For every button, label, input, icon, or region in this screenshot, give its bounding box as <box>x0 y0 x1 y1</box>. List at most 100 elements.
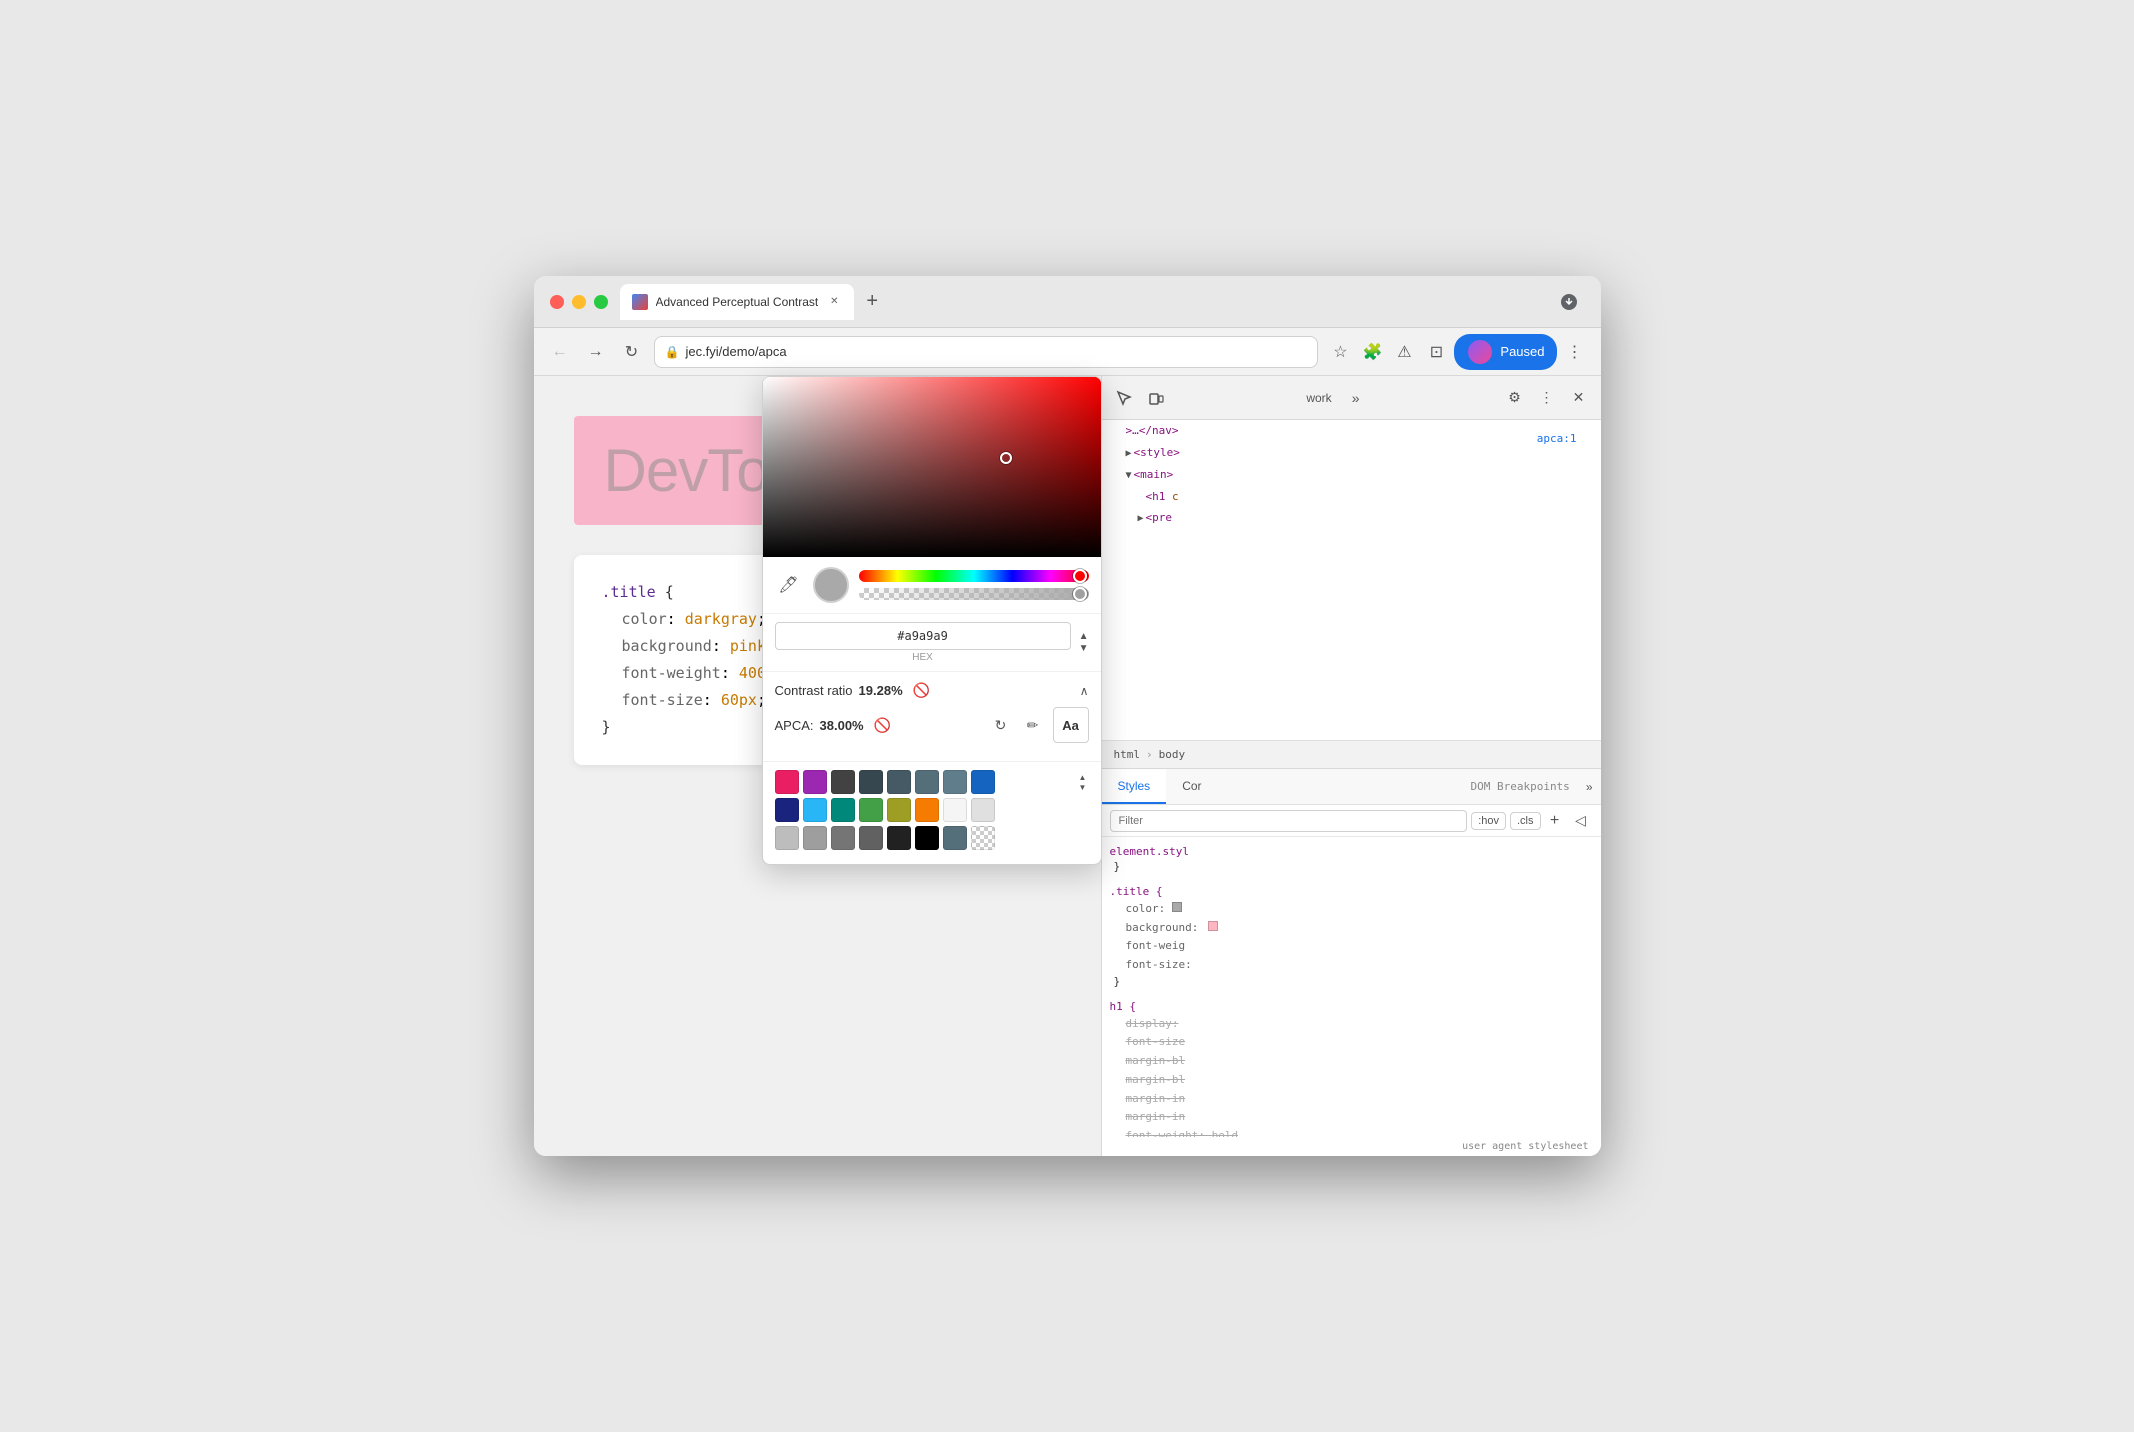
browser-window: Advanced Perceptual Contrast ✕ + ← → ↻ 🔒… <box>534 276 1601 1156</box>
more-panels-icon[interactable]: » <box>1342 384 1370 412</box>
swatch-black[interactable] <box>915 826 939 850</box>
tab-styles[interactable]: Styles <box>1102 769 1167 804</box>
back-button[interactable]: ← <box>546 338 574 366</box>
breadcrumb-bar: html › body <box>1102 740 1601 768</box>
address-text: jec.fyi/demo/apca <box>685 344 786 359</box>
styles-panel: Styles Cor DOM Breakpoints » :hov .cls +… <box>1102 768 1601 1156</box>
extensions-icon[interactable]: 🧩 <box>1358 338 1386 366</box>
title-color-prop: color: <box>1110 900 1593 919</box>
tab-close-button[interactable]: ✕ <box>826 294 842 310</box>
color-gradient[interactable] <box>763 377 1101 557</box>
refresh-icon-button[interactable]: ↻ <box>989 713 1013 737</box>
hex-label: HEX <box>912 652 933 663</box>
warning-icon[interactable]: ⚠ <box>1390 338 1418 366</box>
devtools-panel: 🖊 HEX <box>1101 376 1601 1156</box>
swatch-grey-4[interactable] <box>859 826 883 850</box>
swatch-light-grey[interactable] <box>971 798 995 822</box>
swatch-blue-grey-light[interactable] <box>943 770 967 794</box>
swatch-indigo-dark[interactable] <box>775 798 799 822</box>
swatch-teal[interactable] <box>831 798 855 822</box>
expand-icon[interactable]: ∧ <box>1080 684 1089 698</box>
hex-arrows: ▲ ▼ <box>1079 632 1089 654</box>
title-rule-selector: .title { <box>1110 885 1593 898</box>
minimize-button[interactable] <box>572 295 586 309</box>
menu-icon[interactable]: ⋮ <box>1561 338 1589 366</box>
close-button[interactable] <box>550 295 564 309</box>
apca-left: APCA: 38.00% 🚫 <box>775 717 892 734</box>
swatch-orange[interactable] <box>915 798 939 822</box>
profile-avatar <box>1466 338 1494 366</box>
hov-button[interactable]: :hov <box>1471 812 1506 830</box>
hex-up-arrow[interactable]: ▲ <box>1079 632 1089 642</box>
swatch-scroll-arrows[interactable]: ▲ ▼ <box>1077 773 1089 791</box>
swatch-purple[interactable] <box>803 770 827 794</box>
html-main-line[interactable]: ▼<main> <box>1102 464 1601 486</box>
breadcrumb-body[interactable]: body <box>1155 748 1190 761</box>
paused-button[interactable]: Paused <box>1454 334 1556 370</box>
swatch-green[interactable] <box>859 798 883 822</box>
cls-button[interactable]: .cls <box>1510 812 1541 830</box>
swatch-light-blue[interactable] <box>803 798 827 822</box>
h1-marginbl1-prop: margin-bl <box>1110 1052 1593 1071</box>
expand-pane-icon[interactable]: ◁ <box>1569 809 1593 833</box>
swatch-pink[interactable] <box>775 770 799 794</box>
color-cursor[interactable] <box>1000 452 1012 464</box>
alpha-slider[interactable] <box>859 588 1089 600</box>
add-style-rule-button[interactable]: + <box>1545 811 1565 831</box>
html-pre-line[interactable]: ▶<pre <box>1102 507 1601 529</box>
swatch-lime[interactable] <box>887 798 911 822</box>
swatch-up-arrow[interactable]: ▲ <box>1077 773 1089 781</box>
swatch-blue-grey-mid[interactable] <box>915 770 939 794</box>
swatch-dark-grey[interactable] <box>831 770 855 794</box>
color-swatch-pink[interactable] <box>1208 921 1218 931</box>
swatch-transparent[interactable] <box>971 826 995 850</box>
maximize-button[interactable] <box>594 295 608 309</box>
swatch-blue-grey-dark[interactable] <box>859 770 883 794</box>
eyedropper-button[interactable]: 🖊 <box>775 571 803 599</box>
address-bar[interactable]: 🔒 jec.fyi/demo/apca <box>654 336 1319 368</box>
more-tabs-button[interactable]: » <box>1578 769 1601 804</box>
new-tab-button[interactable]: + <box>858 288 886 316</box>
more-options-icon[interactable]: ⋮ <box>1533 384 1561 412</box>
device-toolbar-icon[interactable] <box>1142 384 1170 412</box>
breadcrumb-html[interactable]: html <box>1110 748 1145 761</box>
h1-marginin1-prop: margin-in <box>1110 1090 1593 1109</box>
element-style-selector: element.styl <box>1110 845 1593 858</box>
eyedropper-apca-icon[interactable]: ✏ <box>1021 713 1045 737</box>
title-bg-prop: background: <box>1110 919 1593 938</box>
filter-input[interactable] <box>1110 810 1468 832</box>
swatch-blue-grey[interactable] <box>887 770 911 794</box>
hex-down-arrow[interactable]: ▼ <box>1079 644 1089 654</box>
forward-button[interactable]: → <box>582 338 610 366</box>
cast-icon[interactable]: ⊡ <box>1422 338 1450 366</box>
aa-preview-button[interactable]: Aa <box>1053 707 1089 743</box>
reload-button[interactable]: ↻ <box>618 338 646 366</box>
close-devtools-icon[interactable]: ✕ <box>1565 384 1593 412</box>
color-swatch-darkgray[interactable] <box>1172 902 1182 912</box>
browser-tab[interactable]: Advanced Perceptual Contrast ✕ <box>620 284 855 320</box>
swatch-very-dark[interactable] <box>887 826 911 850</box>
swatch-grey-1[interactable] <box>775 826 799 850</box>
swatch-near-white[interactable] <box>943 798 967 822</box>
html-h1-line[interactable]: <h1 c <box>1102 486 1601 508</box>
h1-marginbl2-prop: margin-bl <box>1110 1071 1593 1090</box>
hex-input[interactable] <box>775 622 1071 650</box>
swatch-blue-grey-2[interactable] <box>943 826 967 850</box>
hue-slider[interactable] <box>859 570 1089 582</box>
hex-input-area: HEX ▲ ▼ <box>763 613 1101 672</box>
hex-input-wrapper: HEX <box>775 622 1071 663</box>
swatch-grey-3[interactable] <box>831 826 855 850</box>
swatch-blue-dark[interactable] <box>971 770 995 794</box>
swatches-row-1: ▲ ▼ <box>775 770 1089 794</box>
swatches-row-2 <box>775 798 1089 822</box>
apca-value: 38.00% <box>820 718 864 733</box>
bookmark-star-icon[interactable]: ☆ <box>1326 338 1354 366</box>
contrast-ratio-label: Contrast ratio <box>775 683 853 698</box>
h1-display-prop: display: <box>1110 1015 1593 1034</box>
tab-computed[interactable]: Cor <box>1166 769 1217 804</box>
settings-gear-icon[interactable]: ⚙ <box>1501 384 1529 412</box>
swatch-down-arrow[interactable]: ▼ <box>1077 783 1089 791</box>
traffic-lights <box>550 295 608 309</box>
inspect-element-icon[interactable] <box>1110 384 1138 412</box>
swatch-grey-2[interactable] <box>803 826 827 850</box>
